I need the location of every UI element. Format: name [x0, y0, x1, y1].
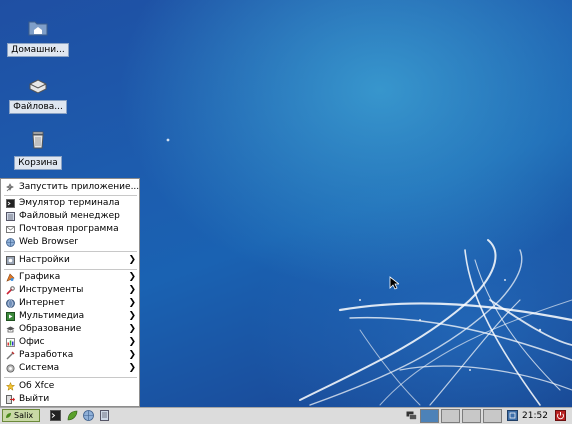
chevron-right-icon: ❯ — [128, 363, 136, 373]
menu-item-label: Эмулятор терминала — [19, 198, 120, 208]
chevron-right-icon: ❯ — [128, 272, 136, 282]
home-folder-icon — [28, 21, 48, 36]
menu-separator — [4, 251, 137, 252]
taskbar: Salix 21:52 — [0, 407, 572, 424]
menu-item-office[interactable]: Офис ❯ — [2, 336, 139, 349]
menu-item-about-xfce[interactable]: Об Xfce — [2, 380, 139, 393]
file-system-icon — [29, 79, 47, 94]
menu-item-file-manager[interactable]: Файловый менеджер — [2, 210, 139, 223]
menu-item-settings[interactable]: Настройки ❯ — [2, 254, 139, 267]
workspace-1[interactable] — [420, 409, 439, 423]
menu-item-tools[interactable]: Инструменты ❯ — [2, 284, 139, 297]
chevron-right-icon: ❯ — [128, 311, 136, 321]
mouse-pointer-icon — [389, 276, 399, 290]
keyboard-layout-icon[interactable] — [507, 410, 518, 421]
desktop-icon-label: Домашни... — [7, 43, 69, 57]
terminal-icon — [6, 199, 15, 208]
network-icon[interactable] — [406, 410, 417, 421]
menu-item-web-browser[interactable]: Web Browser — [2, 236, 139, 249]
start-menu-button[interactable]: Salix — [2, 409, 40, 422]
applications-menu: Запустить приложение... Эмулятор термина… — [0, 178, 140, 407]
settings-icon — [6, 256, 15, 265]
power-icon[interactable] — [555, 410, 566, 421]
desktop-icon-home[interactable]: Домашни... — [3, 16, 73, 57]
mail-icon — [6, 226, 15, 233]
desktop-icon-label: Корзина — [14, 156, 62, 170]
globe-icon — [6, 238, 15, 247]
menu-item-multimedia[interactable]: Мультимедиа ❯ — [2, 310, 139, 323]
menu-item-label: Web Browser — [19, 237, 78, 247]
chevron-right-icon: ❯ — [128, 255, 136, 265]
menu-item-label: Инструменты — [19, 285, 84, 295]
tools-icon — [6, 286, 15, 295]
clock[interactable]: 21:52 — [522, 410, 548, 422]
run-icon — [6, 183, 14, 192]
development-icon — [6, 351, 15, 360]
education-icon — [6, 326, 15, 333]
menu-item-label: Интернет — [19, 298, 65, 308]
chevron-right-icon: ❯ — [128, 298, 136, 308]
star-icon — [6, 382, 15, 391]
chevron-right-icon: ❯ — [128, 285, 136, 295]
trash-icon — [32, 131, 44, 149]
menu-item-label: Разработка — [19, 350, 74, 360]
chevron-right-icon: ❯ — [128, 337, 136, 347]
menu-item-mail[interactable]: Почтовая программа — [2, 223, 139, 236]
chevron-right-icon: ❯ — [128, 324, 136, 334]
workspace-4[interactable] — [483, 409, 502, 423]
menu-item-label: Настройки — [19, 255, 70, 265]
menu-item-terminal[interactable]: Эмулятор терминала — [2, 197, 139, 210]
file-manager-icon[interactable] — [99, 410, 110, 421]
salix-logo-icon — [6, 413, 11, 418]
globe-icon[interactable] — [83, 410, 94, 421]
menu-item-graphics[interactable]: Графика ❯ — [2, 271, 139, 284]
internet-icon — [6, 299, 15, 308]
menu-item-label: Мультимедиа — [19, 311, 85, 321]
desktop-icon-trash[interactable]: Корзина — [3, 129, 73, 170]
chevron-right-icon: ❯ — [128, 350, 136, 360]
menu-item-label: Об Xfce — [19, 381, 55, 391]
menu-item-education[interactable]: Образование ❯ — [2, 323, 139, 336]
menu-separator — [4, 269, 137, 270]
multimedia-icon — [6, 312, 15, 321]
menu-item-label: Графика — [19, 272, 61, 282]
menu-item-label: Запустить приложение... — [19, 182, 140, 192]
menu-item-logout[interactable]: Выйти — [2, 393, 139, 406]
workspace-3[interactable] — [462, 409, 481, 423]
start-menu-label: Salix — [14, 411, 34, 420]
menu-item-internet[interactable]: Интернет ❯ — [2, 297, 139, 310]
graphics-icon — [6, 273, 15, 282]
menu-item-label: Выйти — [19, 394, 50, 404]
menu-item-label: Офис — [19, 337, 45, 347]
logout-icon — [6, 395, 15, 404]
menu-item-development[interactable]: Разработка ❯ — [2, 349, 139, 362]
office-icon — [6, 338, 15, 347]
desktop-icon-filesystem[interactable]: Файлова... — [3, 73, 73, 114]
desktop-icon-label: Файлова... — [9, 100, 67, 114]
menu-item-label: Почтовая программа — [19, 224, 119, 234]
menu-separator — [4, 195, 137, 196]
menu-separator — [4, 377, 137, 378]
menu-item-run-app[interactable]: Запустить приложение... — [2, 181, 139, 194]
workspace-2[interactable] — [441, 409, 460, 423]
leaf-icon[interactable] — [67, 410, 78, 421]
menu-item-system[interactable]: Система ❯ — [2, 362, 139, 375]
file-manager-icon — [6, 212, 15, 221]
menu-item-label: Файловый менеджер — [19, 211, 120, 221]
menu-item-label: Образование — [19, 324, 82, 334]
terminal-icon[interactable] — [50, 410, 61, 421]
menu-item-label: Система — [19, 363, 60, 373]
system-icon — [6, 364, 15, 373]
